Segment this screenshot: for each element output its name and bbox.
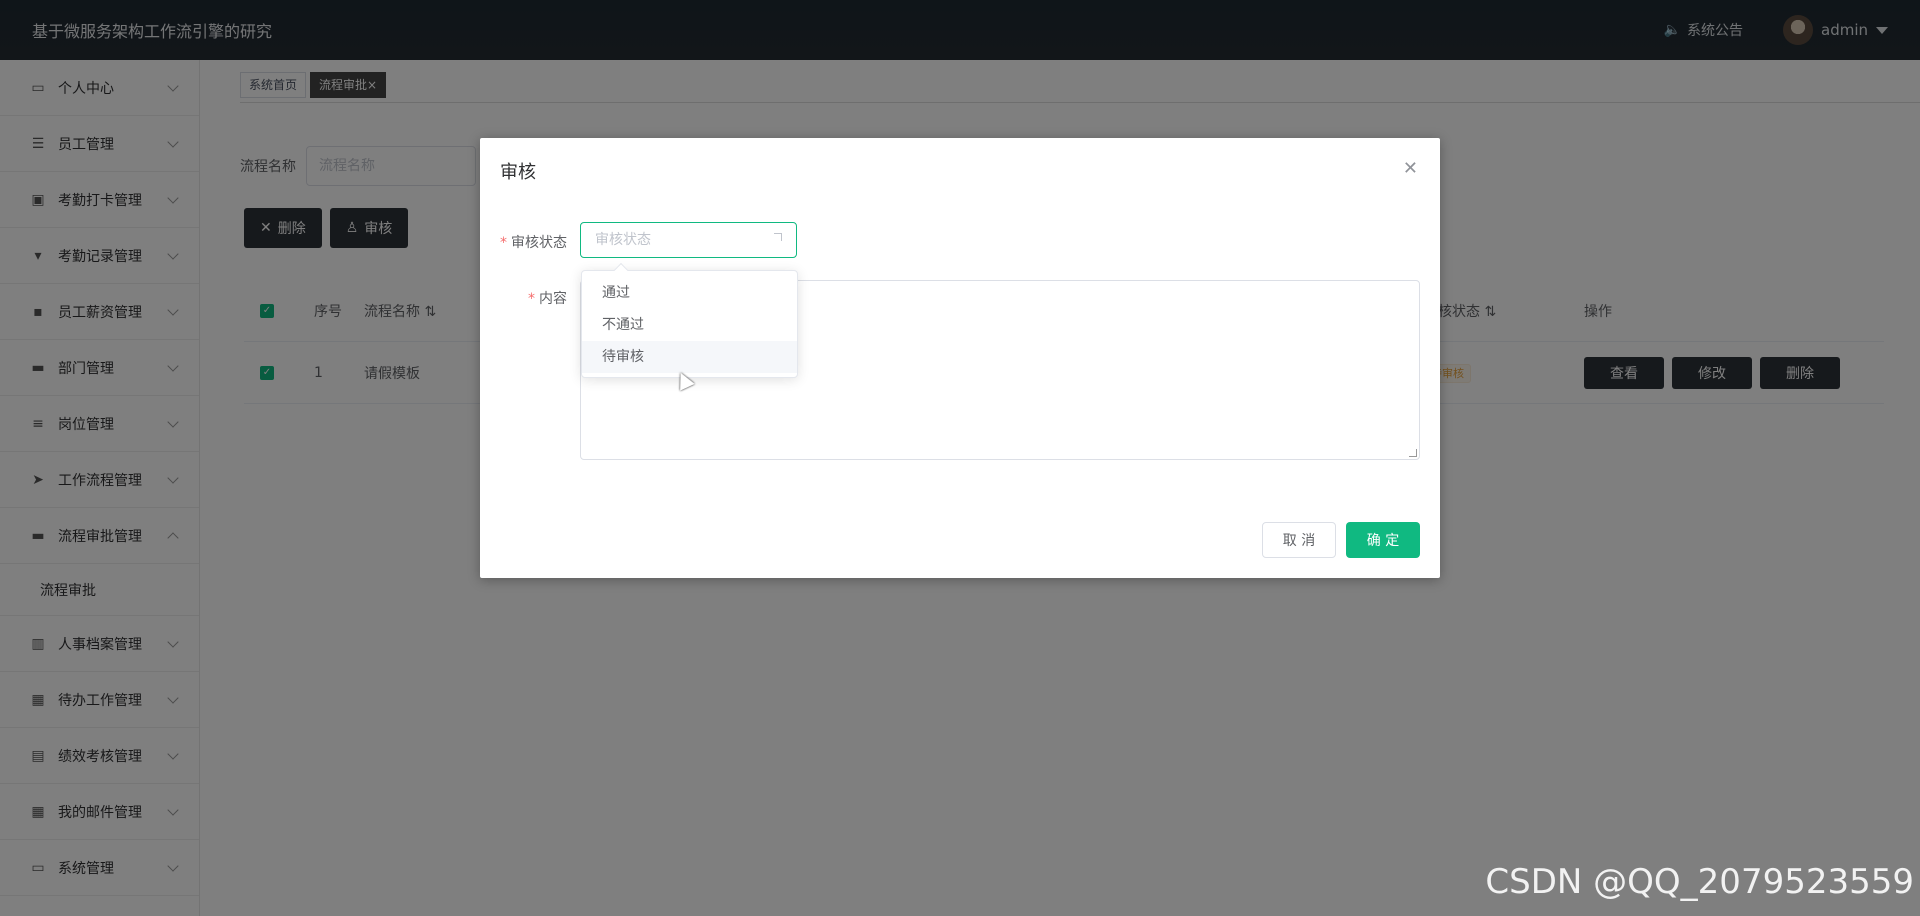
option-pending[interactable]: 待审核 xyxy=(582,341,797,373)
required-mark: * xyxy=(500,235,507,251)
status-select[interactable]: 审核状态 xyxy=(580,222,797,258)
option-reject[interactable]: 不通过 xyxy=(582,309,797,341)
content-field-label: * 内容 xyxy=(528,291,567,307)
option-approve[interactable]: 通过 xyxy=(582,277,797,309)
watermark: CSDN @QQ_2079523559 xyxy=(1485,862,1914,902)
cancel-button[interactable]: 取 消 xyxy=(1262,522,1336,558)
status-select-placeholder: 审核状态 xyxy=(595,232,651,248)
resize-handle[interactable] xyxy=(1409,449,1417,457)
status-field-label: * 审核状态 xyxy=(500,235,567,251)
close-icon[interactable]: ✕ xyxy=(1403,158,1418,179)
dialog-title: 审核 xyxy=(500,162,536,183)
status-dropdown: 通过 不通过 待审核 xyxy=(581,262,798,378)
confirm-button[interactable]: 确 定 xyxy=(1346,522,1420,558)
chevron-up-icon xyxy=(774,233,782,241)
required-mark: * xyxy=(528,291,535,307)
